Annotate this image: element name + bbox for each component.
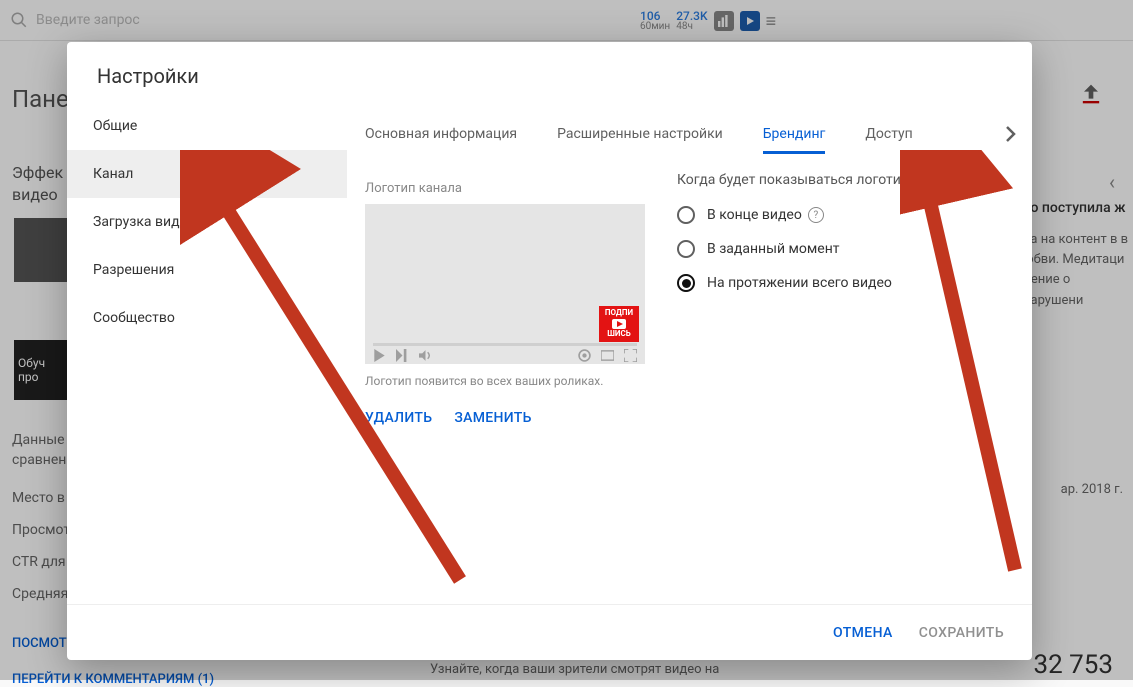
help-icon[interactable]: ? — [915, 172, 931, 188]
save-button[interactable]: СОХРАНИТЬ — [919, 625, 1004, 641]
settings-sidebar: Общие Канал Загрузка видео Разрешения Со… — [67, 94, 347, 604]
delete-button[interactable]: УДАЛИТЬ — [365, 410, 432, 426]
radio-custom-time[interactable]: В заданный момент — [677, 240, 931, 258]
radio-entire-video[interactable]: На протяжении всего видео — [677, 274, 931, 292]
sidebar-item-general[interactable]: Общие — [67, 102, 347, 150]
radio-label: В конце видео — [707, 207, 802, 223]
help-icon[interactable]: ? — [808, 207, 824, 223]
volume-icon[interactable] — [419, 349, 432, 362]
modal-title: Настройки — [67, 42, 1032, 94]
tab-basic-info[interactable]: Основная информация — [365, 116, 517, 152]
timing-title: Когда будет показываться логотип ? — [677, 172, 931, 188]
cancel-button[interactable]: ОТМЕНА — [833, 625, 893, 641]
sidebar-item-permissions[interactable]: Разрешения — [67, 246, 347, 294]
chevron-right-icon[interactable] — [998, 122, 1022, 146]
radio-icon — [677, 274, 695, 292]
tab-advanced[interactable]: Расширенные настройки — [557, 116, 723, 152]
radio-label: В заданный момент — [707, 241, 840, 257]
settings-modal: Настройки Общие Канал Загрузка видео Раз… — [67, 42, 1032, 660]
radio-icon — [677, 240, 695, 258]
theater-icon[interactable] — [601, 349, 614, 362]
timing-title-text: Когда будет показываться логотип — [677, 172, 909, 188]
play-icon[interactable] — [373, 349, 386, 362]
next-icon[interactable] — [396, 349, 409, 362]
radio-label: На протяжении всего видео — [707, 275, 892, 291]
tab-access[interactable]: Доступ — [865, 116, 912, 152]
video-preview: ПОДПИ ШИСЬ — [365, 204, 645, 364]
radio-icon — [677, 206, 695, 224]
settings-tabs: Основная информация Расширенные настройк… — [365, 94, 1022, 153]
sidebar-item-channel[interactable]: Канал — [67, 150, 347, 198]
helper-text: Логотип появится во всех ваших роликах. — [365, 374, 1022, 388]
replace-button[interactable]: ЗАМЕНИТЬ — [454, 410, 531, 426]
logo-text-bottom: ШИСЬ — [601, 330, 637, 339]
sidebar-item-upload[interactable]: Загрузка видео — [67, 198, 347, 246]
display-timing-panel: Когда будет показываться логотип ? В кон… — [677, 172, 931, 292]
gear-icon[interactable] — [578, 349, 591, 362]
settings-content: Основная информация Расширенные настройк… — [347, 94, 1032, 604]
radio-end-of-video[interactable]: В конце видео ? — [677, 206, 931, 224]
fullscreen-icon[interactable] — [624, 349, 637, 362]
sidebar-item-community[interactable]: Сообщество — [67, 294, 347, 342]
tab-branding[interactable]: Брендинг — [763, 116, 826, 152]
channel-logo-badge: ПОДПИ ШИСЬ — [599, 306, 639, 342]
radio-group: В конце видео ? В заданный момент На про… — [677, 206, 931, 292]
modal-footer: ОТМЕНА СОХРАНИТЬ — [67, 604, 1032, 660]
video-controls — [365, 346, 645, 364]
logo-text-top: ПОДПИ — [601, 309, 637, 318]
